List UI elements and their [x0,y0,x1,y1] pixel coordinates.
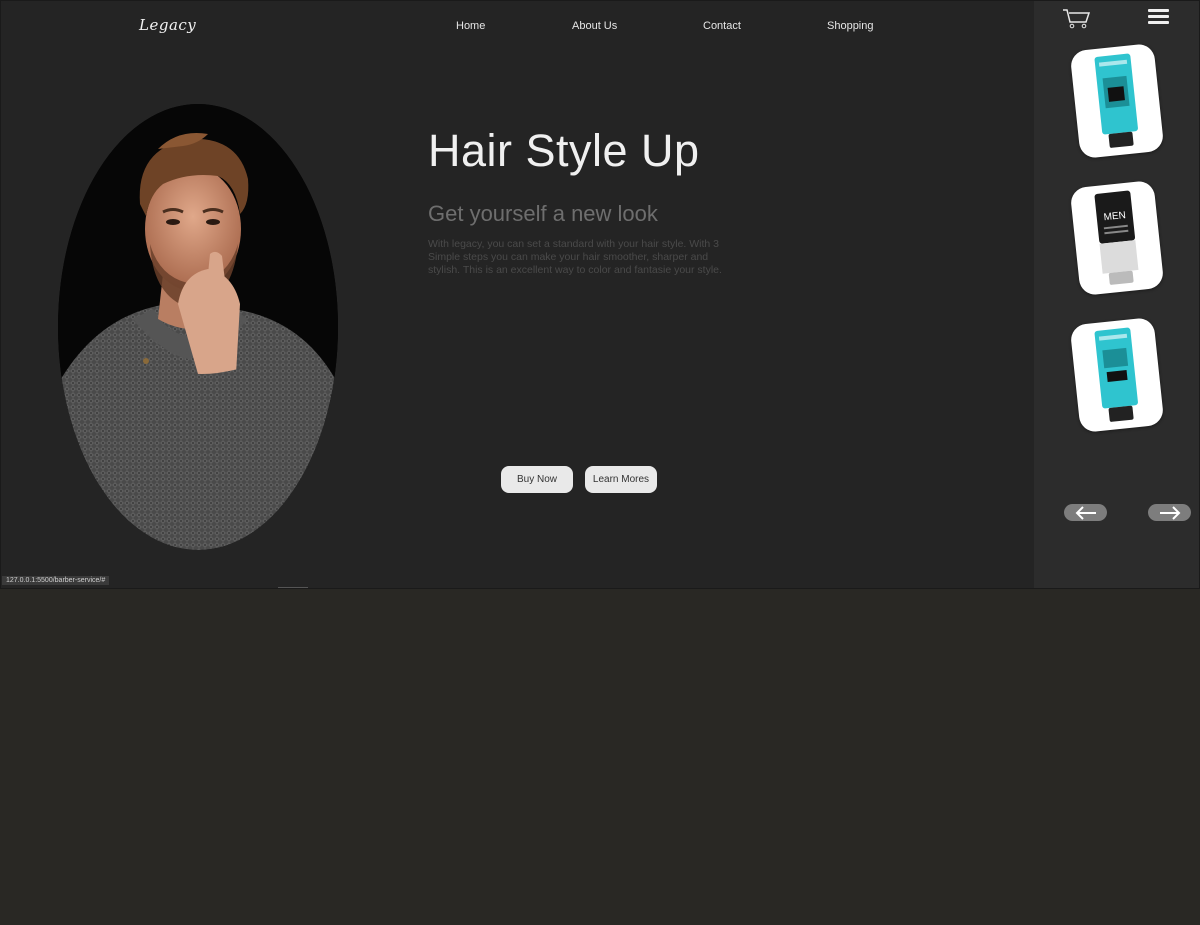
nav-shopping[interactable]: Shopping [827,20,874,32]
man-portrait-illustration [58,104,338,550]
nav-contact[interactable]: Contact [703,20,741,32]
tube-label-text: MEN [1103,210,1126,223]
model-portrait [58,104,338,550]
hero-subtitle: Get yourself a new look [428,201,658,226]
arrow-left-icon [1075,505,1096,520]
status-bar-url: 127.0.0.1:5500/barber-service/# [2,576,110,585]
hamburger-menu-icon[interactable] [1148,8,1170,26]
hero-title: Hair Style Up [428,125,700,176]
cart-icon[interactable] [1061,7,1091,29]
buy-now-button[interactable]: Buy Now [501,466,573,493]
previous-arrow-button[interactable] [1064,504,1107,521]
teal-hair-gel-tube-icon [1094,53,1138,148]
brand-logo[interactable]: Legacy [139,16,196,34]
browser-viewport: Legacy Home About Us Contact Shopping Ha… [0,0,1200,589]
arrow-right-icon [1159,505,1180,520]
next-arrow-button[interactable] [1148,504,1191,521]
nav-about-us[interactable]: About Us [572,20,617,32]
learn-more-button[interactable]: Learn Mores [585,466,657,493]
hero-description: With legacy, you can set a standard with… [428,238,722,276]
below-fold-area [0,589,1200,925]
product-card[interactable] [1069,42,1165,160]
men-hair-gel-tube-icon: MEN [1094,190,1139,285]
nav-home[interactable]: Home [456,20,485,32]
teal-hair-gel-tube-icon [1094,327,1138,422]
product-card[interactable] [1069,316,1165,434]
product-card[interactable]: MEN [1069,179,1165,297]
